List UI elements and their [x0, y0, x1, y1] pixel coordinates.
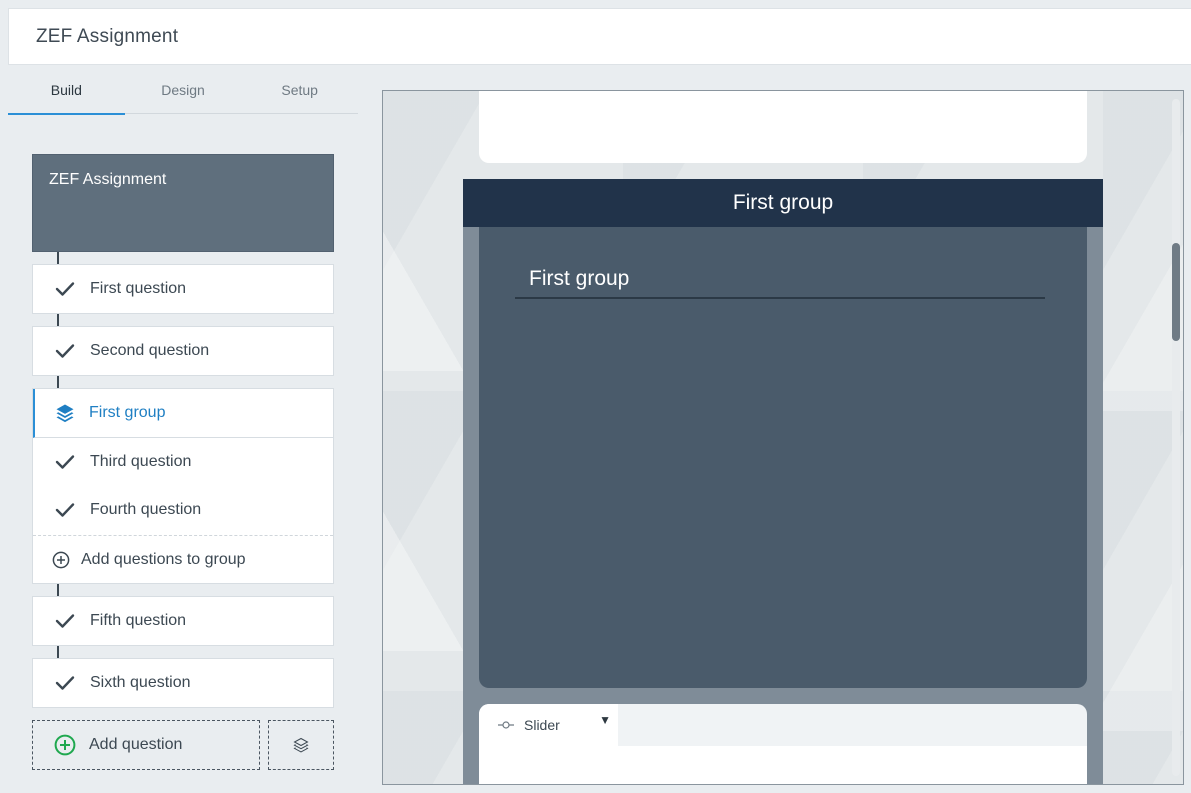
question-label: Second question [90, 342, 210, 359]
preview-previous-card [479, 91, 1087, 163]
outline-connector [57, 314, 59, 326]
question-label: Fourth question [90, 501, 202, 518]
preview-scrollbar[interactable] [1172, 99, 1180, 776]
question-type-label: Slider [524, 717, 560, 733]
question-label: Fifth question [90, 612, 187, 629]
outline-connector [57, 584, 59, 596]
tab-build[interactable]: Build [8, 66, 125, 115]
group-question-item-fourth[interactable]: Fourth question [33, 486, 333, 534]
survey-preview: First group First group Slider ▼ [382, 90, 1184, 785]
group-label: First group [89, 404, 166, 421]
check-icon [55, 454, 75, 470]
outline-connector [57, 376, 59, 388]
question-label: Sixth question [90, 674, 191, 691]
group-title-field[interactable]: First group [515, 267, 1045, 299]
question-label: Third question [90, 453, 192, 470]
outline-connector [57, 646, 59, 658]
group-panel: First group [479, 227, 1087, 688]
check-icon [55, 279, 75, 299]
tab-bar: Build Design Setup [8, 66, 358, 115]
outline-connector [57, 252, 59, 264]
question-item-sixth[interactable]: Sixth question [32, 658, 334, 708]
check-icon [55, 673, 75, 693]
add-questions-to-group-button[interactable]: Add questions to group [33, 535, 333, 583]
tab-design[interactable]: Design [125, 66, 242, 114]
slider-question-body [479, 746, 1087, 784]
check-icon [55, 341, 75, 361]
tab-setup[interactable]: Setup [241, 66, 358, 114]
question-item-fifth[interactable]: Fifth question [32, 596, 334, 646]
check-icon [55, 611, 75, 631]
slider-icon [497, 720, 515, 730]
assignment-title-card[interactable]: ZEF Assignment [32, 154, 334, 252]
group-container: First group Third question Fourth questi… [32, 388, 334, 584]
slider-question-card: Slider ▼ [479, 704, 1087, 784]
layers-icon [293, 737, 309, 753]
group-header-bar: First group [463, 179, 1103, 227]
question-type-dropdown[interactable]: Slider ▼ [479, 704, 618, 746]
chevron-down-icon: ▼ [599, 713, 611, 727]
app-title: ZEF Assignment [36, 25, 179, 47]
add-question-label: Add question [89, 736, 183, 753]
add-question-button[interactable]: Add question [32, 720, 260, 770]
question-item-first[interactable]: First question [32, 264, 334, 314]
app-header: ZEF Assignment [8, 8, 1191, 65]
group-question-item-third[interactable]: Third question [33, 438, 333, 486]
add-group-button[interactable] [268, 720, 334, 770]
group-header-item[interactable]: First group [33, 389, 333, 438]
plus-circle-icon [52, 551, 70, 569]
add-questions-to-group-label: Add questions to group [81, 550, 246, 568]
check-icon [55, 502, 75, 518]
plus-circle-icon [54, 734, 76, 756]
scrollbar-thumb[interactable] [1172, 243, 1180, 341]
layers-icon [55, 403, 75, 423]
question-item-second[interactable]: Second question [32, 326, 334, 376]
question-label: First question [90, 280, 187, 297]
